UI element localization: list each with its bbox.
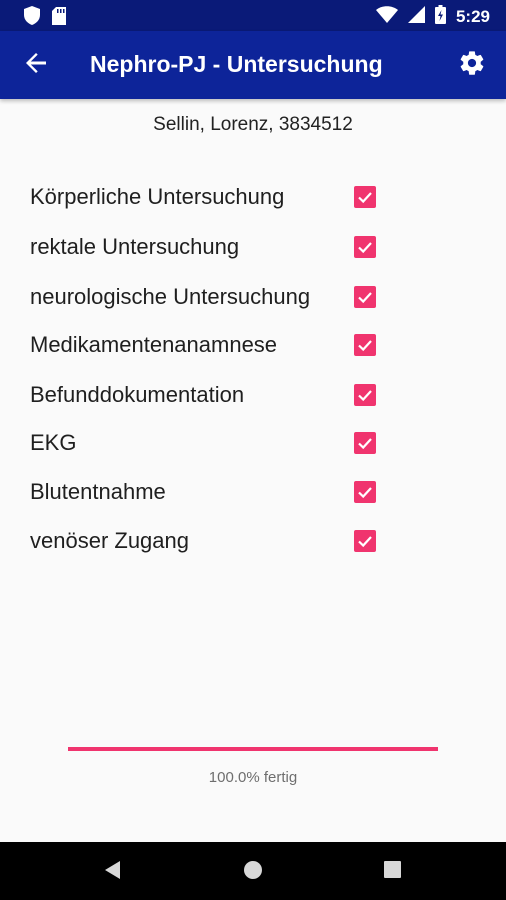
app-title: Nephro-PJ - Untersuchung <box>90 51 383 77</box>
checklist-item-label: EKG <box>30 430 77 455</box>
checklist-item[interactable]: venöser Zugang <box>30 522 390 558</box>
checklist-item-label: venöser Zugang <box>30 528 189 553</box>
checkbox[interactable] <box>354 530 376 552</box>
progress-fill <box>68 747 438 751</box>
checklist-item[interactable]: Blutentnahme <box>30 473 390 509</box>
checklist-item[interactable]: rektale Untersuchung <box>30 228 390 264</box>
app-bar: Nephro-PJ - Untersuchung <box>0 31 506 99</box>
home-circle-icon <box>243 860 263 885</box>
recents-square-icon <box>383 861 401 883</box>
checkmark-icon <box>358 242 372 254</box>
status-bar: 5:29 <box>0 0 506 31</box>
patient-info: Sellin, Lorenz, 3834512 <box>153 114 353 135</box>
screen: 5:29 Nephro-PJ - Untersuchung Sellin, Lo… <box>0 0 506 900</box>
checkbox[interactable] <box>354 481 376 503</box>
checklist-item-label: neurologische Untersuchung <box>30 284 311 309</box>
back-triangle-icon <box>105 860 121 884</box>
checkmark-icon <box>358 192 372 204</box>
nav-back-button[interactable] <box>101 860 125 884</box>
checkbox[interactable] <box>354 334 376 356</box>
checklist-item-label: Medikamentenanamnese <box>30 332 278 357</box>
nav-home-button[interactable] <box>241 860 265 884</box>
checklist-item[interactable]: Körperliche Untersuchung <box>30 178 390 214</box>
status-time: 5:29 <box>455 7 490 26</box>
battery-charging-icon <box>434 5 446 29</box>
wifi-icon <box>375 6 398 28</box>
arrow-back-icon <box>25 52 47 79</box>
checkbox[interactable] <box>354 186 376 208</box>
shield-icon <box>24 6 40 30</box>
checkmark-icon <box>358 438 372 450</box>
checkmark-icon <box>358 292 372 304</box>
gear-icon <box>458 49 486 82</box>
checklist-item-label: Körperliche Untersuchung <box>30 184 285 209</box>
progress-bar <box>68 747 438 751</box>
checkbox[interactable] <box>354 286 376 308</box>
checkmark-icon <box>358 487 372 499</box>
checkmark-icon <box>358 536 372 548</box>
nav-recents-button[interactable] <box>380 860 404 884</box>
progress-text: 100.0% fertig <box>208 769 298 786</box>
checkmark-icon <box>358 340 372 352</box>
checkmark-icon <box>358 390 372 402</box>
checklist-item[interactable]: neurologische Untersuchung <box>30 278 390 314</box>
checklist-item[interactable]: Befunddokumentation <box>30 376 390 412</box>
checkbox[interactable] <box>354 236 376 258</box>
checklist-item-label: Blutentnahme <box>30 479 166 504</box>
back-button[interactable] <box>18 47 54 83</box>
sd-card-icon <box>52 6 66 30</box>
settings-button[interactable] <box>454 47 490 83</box>
checkbox[interactable] <box>354 432 376 454</box>
checklist-item-label: Befunddokumentation <box>30 382 245 407</box>
checklist-item[interactable]: EKG <box>30 424 390 460</box>
cell-signal-icon <box>407 6 425 28</box>
nav-bar <box>0 842 506 900</box>
checkbox[interactable] <box>354 384 376 406</box>
checklist-item[interactable]: Medikamentenanamnese <box>30 326 390 362</box>
checklist-item-label: rektale Untersuchung <box>30 234 240 259</box>
